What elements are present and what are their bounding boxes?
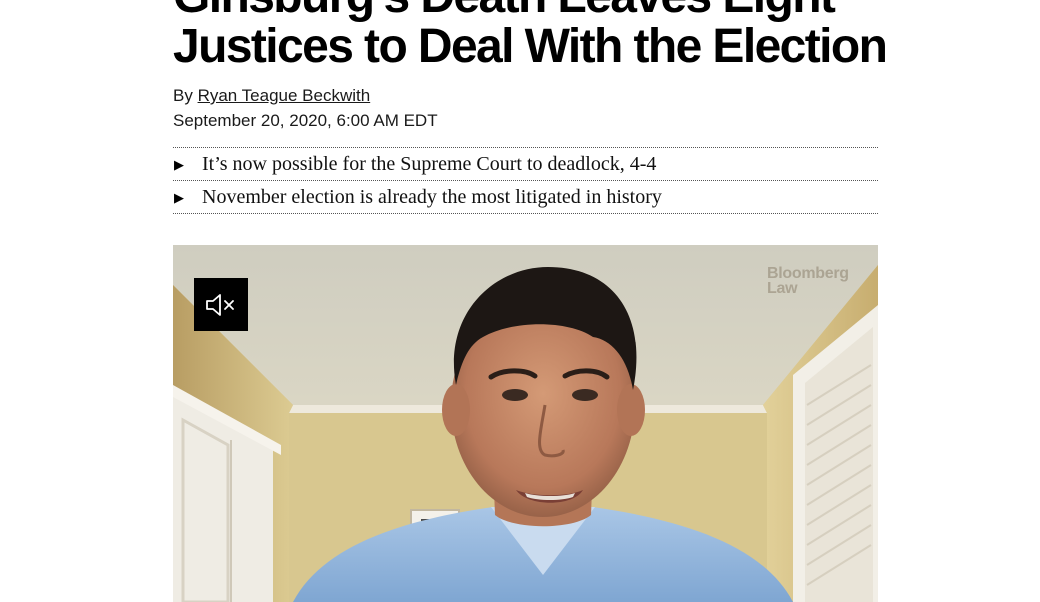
video-frame (173, 245, 878, 602)
bullet-triangle-icon: ▶ (174, 189, 184, 205)
byline: By Ryan Teague Beckwith (173, 85, 370, 107)
article-headline: Ginsburg’s Death Leaves Eight Justices t… (173, 0, 888, 73)
summary-bullet-text: November election is already the most li… (202, 185, 662, 208)
byline-prefix: By (173, 86, 198, 105)
publish-date: September 20, 2020, 6:00 AM EDT (173, 111, 438, 130)
bullet-triangle-icon: ▶ (174, 156, 184, 172)
author-link[interactable]: Ryan Teague Beckwith (198, 86, 371, 105)
speaker-muted-icon (206, 293, 234, 316)
bloomberg-law-watermark: Bloomberg Law (767, 265, 849, 297)
summary-bullets: ▶ It’s now possible for the Supreme Cour… (173, 147, 878, 214)
mute-toggle-button[interactable] (194, 278, 248, 331)
article-page: Ginsburg’s Death Leaves Eight Justices t… (0, 0, 1040, 602)
video-player[interactable]: Bloomberg Law (173, 245, 878, 602)
summary-bullet-item: ▶ It’s now possible for the Supreme Cour… (173, 148, 878, 181)
summary-bullet-text: It’s now possible for the Supreme Court … (202, 152, 657, 175)
summary-bullet-item: ▶ November election is already the most … (173, 181, 878, 214)
